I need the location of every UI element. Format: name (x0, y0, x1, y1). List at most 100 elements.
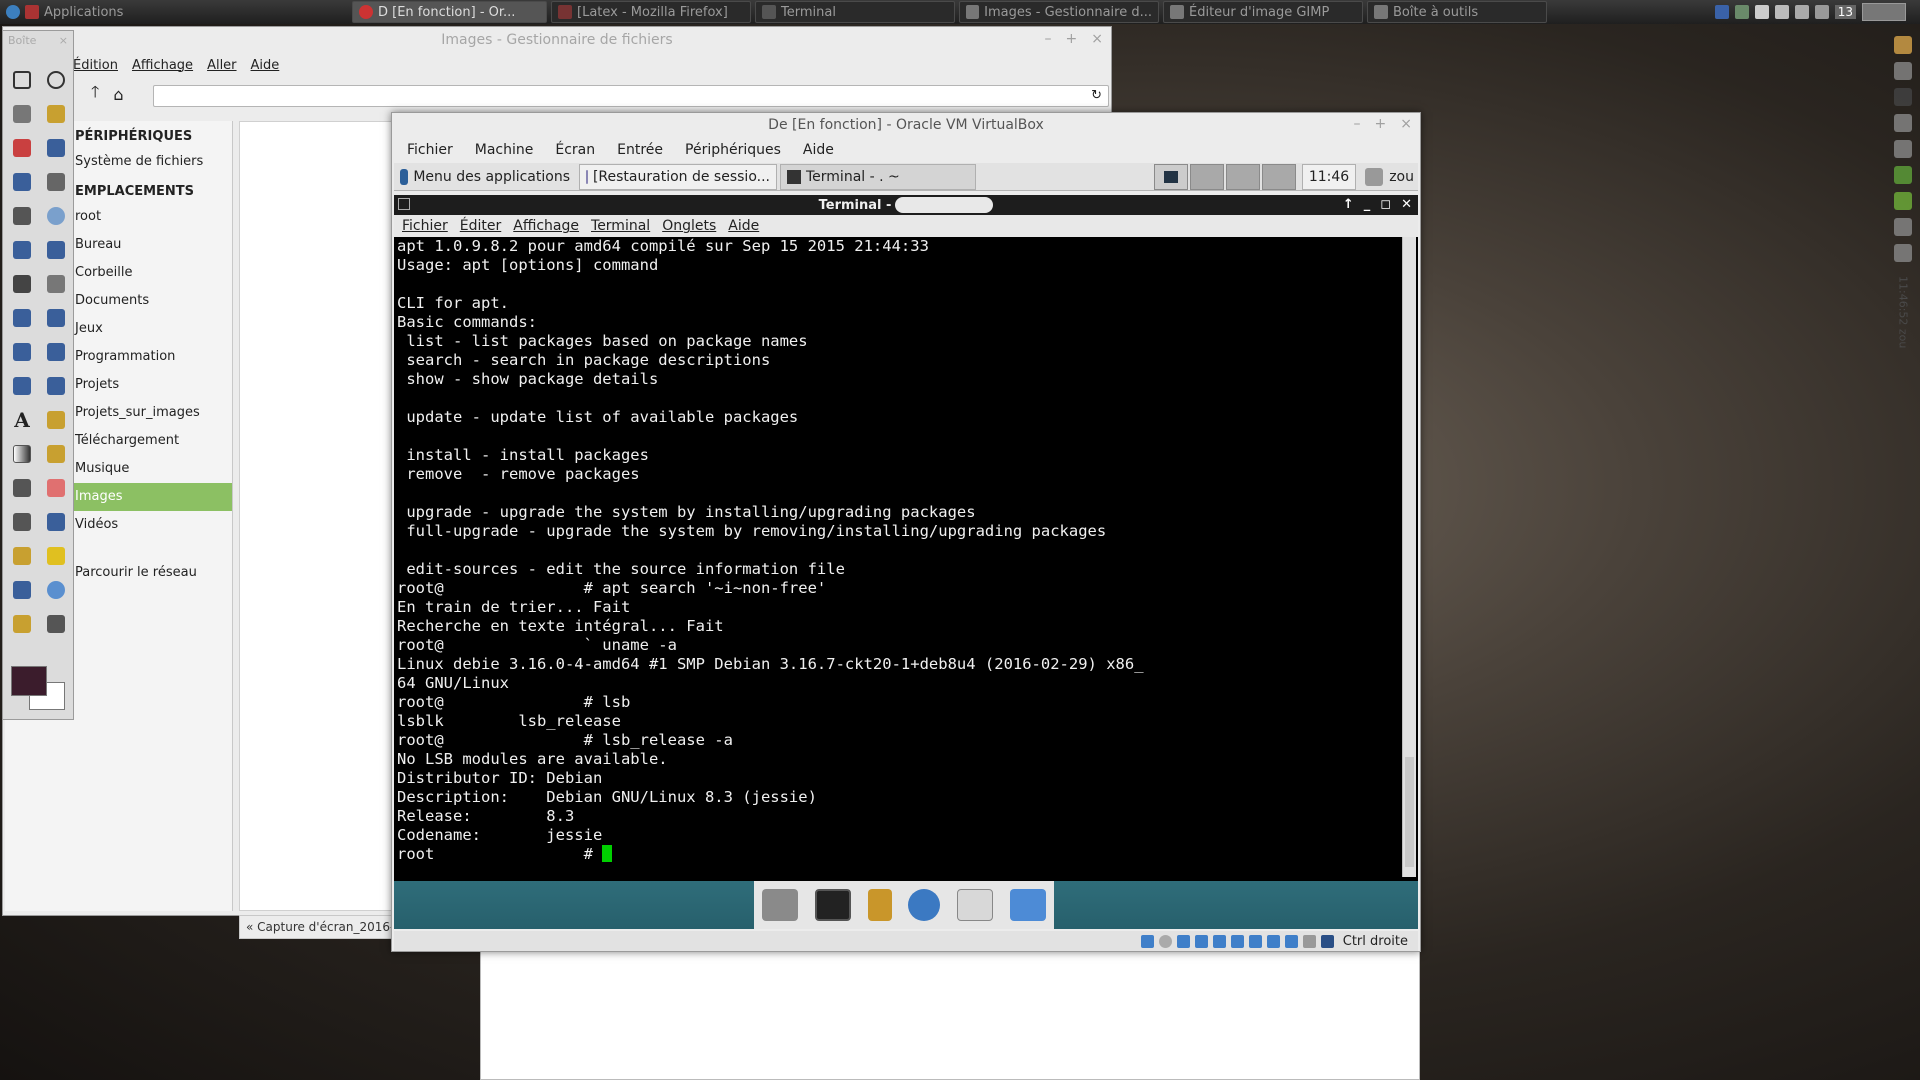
menu-machine[interactable]: Machine (475, 142, 534, 158)
battery-icon[interactable] (1814, 5, 1829, 19)
shared-folders-icon[interactable] (1230, 934, 1244, 948)
menu-go[interactable]: Aller (207, 58, 236, 73)
menu-input[interactable]: Entrée (617, 142, 663, 158)
settings-icon[interactable] (1894, 114, 1912, 132)
refresh-icon[interactable]: ↻ (1091, 88, 1102, 103)
workspace-number[interactable]: 13 (1834, 5, 1856, 19)
taskbar-item-gimp[interactable]: Éditeur d'image GIMP (1163, 1, 1363, 23)
gimp-color-swatches[interactable] (11, 666, 67, 712)
close-button[interactable]: × (1400, 116, 1412, 132)
screenshot-icon[interactable] (1894, 244, 1912, 262)
taskbar-item-vbox[interactable]: D [En fonction] - Or... (352, 1, 547, 23)
menu-devices[interactable]: Périphériques (685, 142, 781, 158)
menu-help[interactable]: Aide (251, 58, 280, 73)
menu-file[interactable]: Fichier (407, 142, 453, 158)
perspective-tool[interactable] (39, 335, 73, 369)
location-bar[interactable]: ↻ (153, 85, 1109, 107)
warp-tool[interactable] (39, 403, 73, 437)
fuzzy-select-tool[interactable] (39, 97, 73, 131)
home-icon[interactable]: ⌂ (113, 85, 123, 104)
volume-icon[interactable] (1774, 5, 1789, 19)
optical-drive-icon[interactable] (1158, 934, 1172, 948)
web-icon[interactable] (1894, 140, 1912, 158)
scrollbar-thumb[interactable] (1405, 757, 1414, 867)
network-icon[interactable] (1365, 167, 1384, 186)
zoom-tool[interactable] (39, 199, 73, 233)
package-icon[interactable] (1894, 166, 1912, 184)
perspective-clone-tool[interactable] (5, 573, 39, 607)
guest-clock[interactable]: 11:46 (1301, 163, 1357, 190)
virtualbox-titlebar[interactable]: De [En fonction] - Oracle VM VirtualBox … (392, 113, 1420, 137)
cpu-icon[interactable] (1284, 934, 1298, 948)
camera-icon[interactable] (1894, 88, 1912, 106)
workspace-2[interactable] (1189, 163, 1224, 190)
workspace-switcher[interactable] (1862, 3, 1906, 21)
menu-help[interactable]: Aide (803, 142, 834, 158)
audio-icon[interactable] (1176, 934, 1190, 948)
always-on-top-button[interactable]: ↑ (1343, 197, 1354, 212)
gimp-toolbox-titlebar[interactable]: Boîte × (3, 31, 73, 51)
shear-tool[interactable] (5, 335, 39, 369)
minimize-button[interactable]: _ (1364, 197, 1371, 212)
maximize-button[interactable]: ◻ (1380, 197, 1391, 212)
display-icon[interactable] (1754, 5, 1769, 19)
measure-tool[interactable] (5, 233, 39, 267)
guest-apps-menu-button[interactable]: Menu des applications (394, 164, 576, 190)
free-select-tool[interactable] (5, 97, 39, 131)
show-desktop-icon[interactable] (762, 889, 799, 921)
menu-view[interactable]: Affichage (132, 58, 193, 73)
ellipse-select-tool[interactable] (39, 63, 73, 97)
file-manager-titlebar[interactable]: Images - Gestionnaire de fichiers – + × (3, 27, 1111, 53)
workspace-1[interactable] (1153, 163, 1188, 190)
taskbar-item-firefox[interactable]: [Latex - Mozilla Firefox] (551, 1, 751, 23)
ink-tool[interactable] (39, 505, 73, 539)
pencil-tool[interactable] (39, 437, 73, 471)
close-button[interactable]: ✕ (1401, 197, 1412, 212)
keyboard-capture-icon[interactable] (1320, 934, 1334, 948)
eraser-tool[interactable] (39, 471, 73, 505)
menu-tabs[interactable]: Onglets (662, 218, 716, 234)
rect-select-tool[interactable] (5, 63, 39, 97)
flip-tool[interactable] (5, 369, 39, 403)
move-tool[interactable] (39, 233, 73, 267)
terminal-icon[interactable] (1894, 218, 1912, 236)
mouse-integration-icon[interactable] (1302, 934, 1316, 948)
paths-tool[interactable] (39, 165, 73, 199)
minimize-button[interactable]: – (1045, 31, 1052, 47)
maximize-button[interactable]: + (1066, 31, 1078, 47)
taskbar-item-file-manager[interactable]: Images - Gestionnaire d... (959, 1, 1159, 23)
folder-launcher-icon[interactable] (1009, 889, 1046, 921)
blur-tool[interactable] (39, 573, 73, 607)
foreground-select-tool[interactable] (5, 165, 39, 199)
display-icon[interactable] (1248, 934, 1262, 948)
security-icon[interactable] (1794, 5, 1809, 19)
text-tool[interactable]: A (5, 403, 39, 437)
workspace-3[interactable] (1225, 163, 1260, 190)
menu-screen[interactable]: Écran (555, 142, 595, 158)
guest-username[interactable]: zou (1389, 169, 1418, 185)
heal-tool[interactable] (39, 539, 73, 573)
scale-tool[interactable] (39, 301, 73, 335)
network-icon[interactable] (1734, 5, 1749, 19)
background-document[interactable] (480, 940, 1420, 1080)
smudge-tool[interactable] (5, 607, 39, 641)
usb-icon[interactable] (1212, 934, 1226, 948)
clone-tool[interactable] (5, 539, 39, 573)
menu-edit[interactable]: Éditer (460, 218, 501, 234)
search-launcher-icon[interactable] (956, 889, 993, 921)
terminal-scrollbar[interactable] (1402, 237, 1416, 877)
color-select-tool[interactable] (5, 131, 39, 165)
menu-terminal[interactable]: Terminal (591, 218, 650, 234)
align-tool[interactable] (5, 267, 39, 301)
rotate-tool[interactable] (5, 301, 39, 335)
app-launcher-icon[interactable] (1894, 36, 1912, 54)
close-button[interactable]: × (59, 34, 68, 48)
nvidia-icon[interactable] (1894, 192, 1912, 210)
color-picker-tool[interactable] (5, 199, 39, 233)
guest-task-terminal[interactable]: Terminal - . ~ (780, 163, 976, 190)
paintbrush-tool[interactable] (5, 471, 39, 505)
guest-task-session-restore[interactable]: [Restauration de sessio... (579, 163, 777, 190)
terminal-titlebar[interactable]: Terminal - ↑ _ ◻ ✕ (394, 195, 1418, 215)
menu-help[interactable]: Aide (728, 218, 759, 234)
terminal-output[interactable]: apt 1.0.9.8.2 pour amd64 compilé sur Sep… (394, 237, 1400, 877)
